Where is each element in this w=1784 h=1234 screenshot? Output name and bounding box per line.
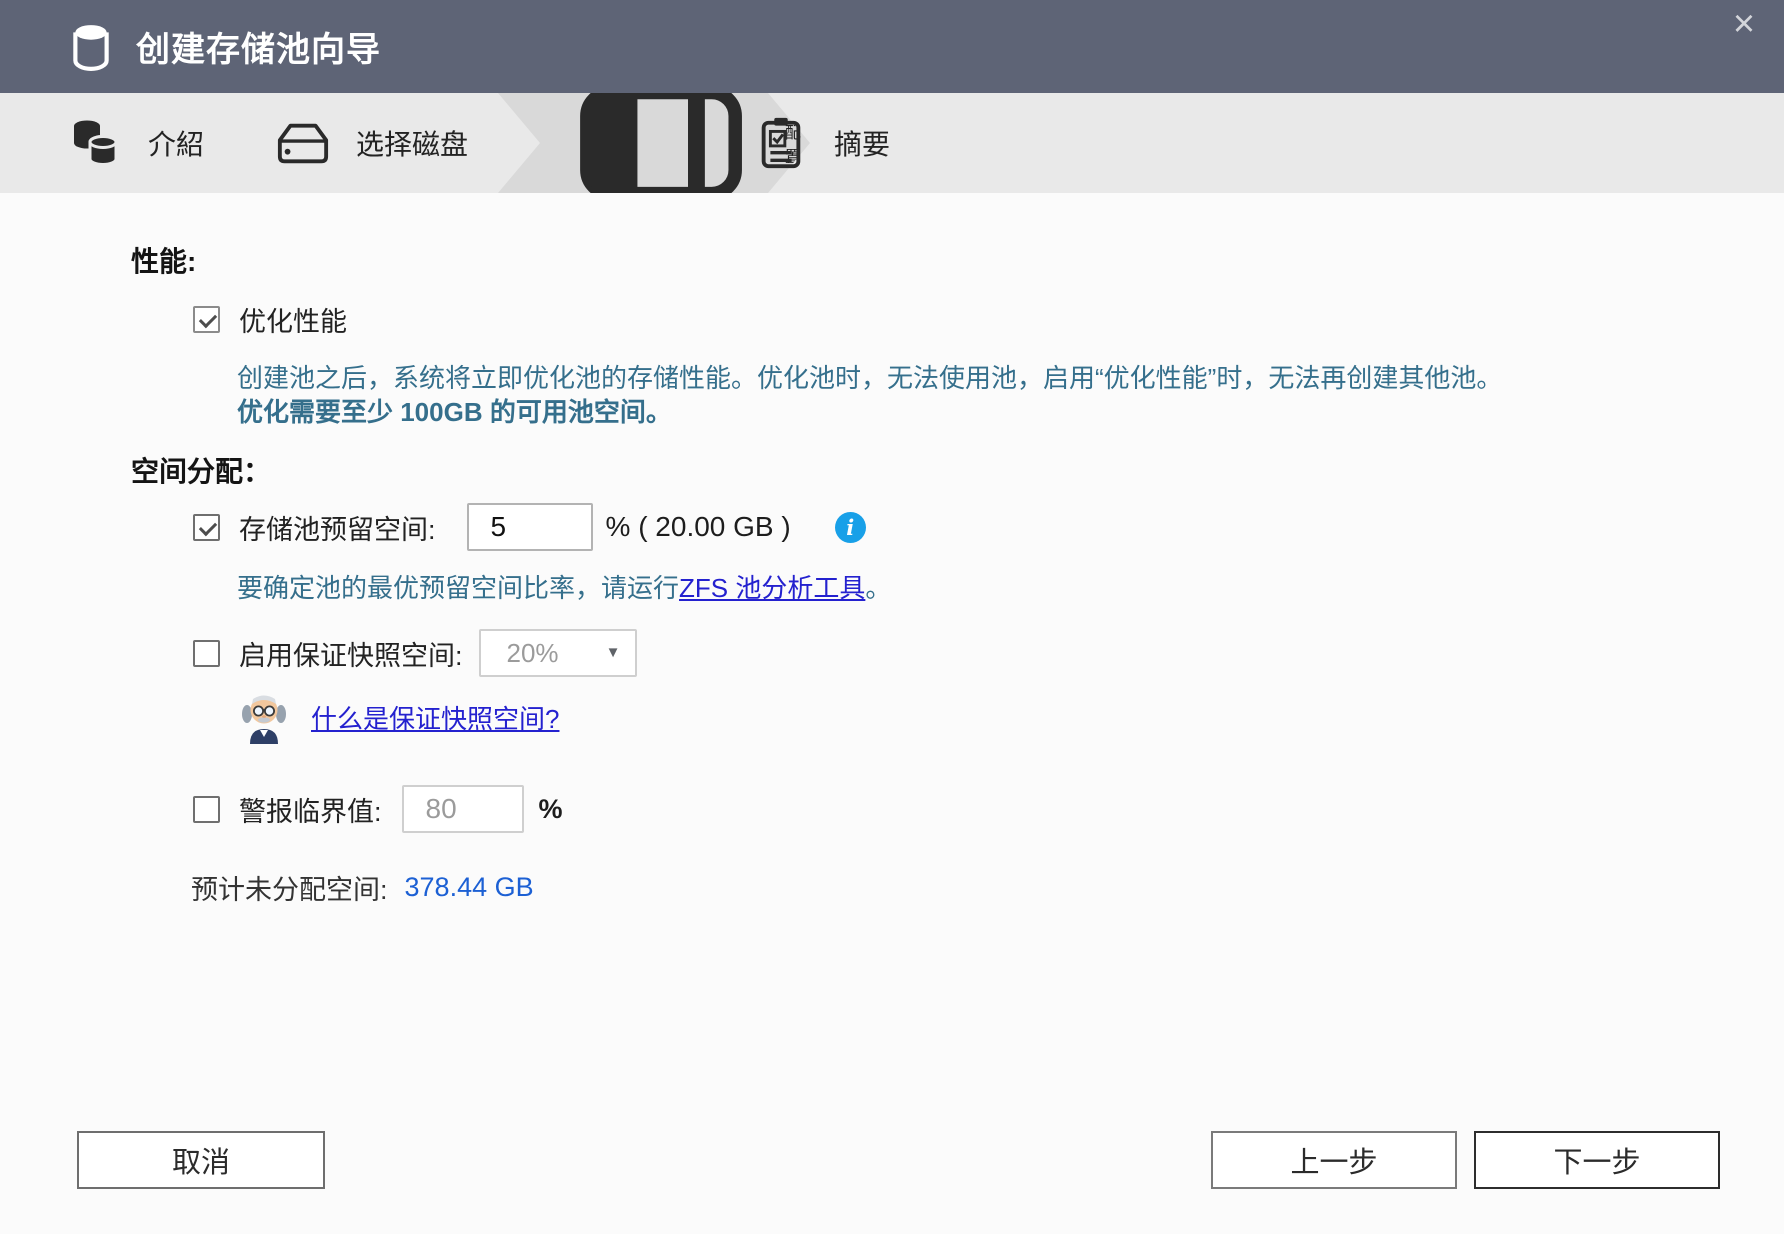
reserved-space-row: 存储池预留空间: % ( 20.00 GB ) i <box>193 503 866 551</box>
unallocated-space-row: 预计未分配空间: 378.44 GB <box>191 870 534 905</box>
zfs-hint-suffix: 。 <box>865 572 892 603</box>
reserved-space-label: 存储池预留空间: <box>239 514 436 545</box>
step-label-summary: 摘要 <box>834 129 891 160</box>
optimize-performance-row: 优化性能 <box>193 302 347 337</box>
reserved-space-suffix: % ( 20.00 GB ) <box>605 511 791 542</box>
disk-icon <box>277 123 329 164</box>
info-icon[interactable]: i <box>834 511 866 543</box>
zfs-hint-prefix: 要确定池的最优预留空间比率，请运行 <box>237 572 680 603</box>
next-button[interactable]: 下一步 <box>1474 1131 1720 1189</box>
snapshot-percent-dropdown[interactable]: 20% ▼ <box>478 629 637 677</box>
reserved-space-input[interactable] <box>466 503 593 551</box>
zfs-analyzer-link[interactable]: ZFS 池分析工具 <box>679 568 865 605</box>
snapshot-space-row: 启用保证快照空间: 20% ▼ <box>193 629 637 677</box>
snapshot-percent-value: 20% <box>506 637 559 668</box>
optimize-description-line1: 创建池之后，系统将立即优化池的存储性能。优化池时，无法使用池，启用“优化性能”时… <box>237 363 1503 393</box>
storage-pool-icon <box>73 24 109 71</box>
wizard-title: 创建存储池向导 <box>136 31 381 69</box>
performance-heading: 性能: <box>131 246 197 277</box>
professor-icon <box>242 695 286 744</box>
wizard-steps-bar: 介紹 选择磁盘 配置 摘要 <box>0 93 1784 193</box>
cancel-button[interactable]: 取消 <box>77 1131 325 1189</box>
summary-icon <box>761 117 801 169</box>
reserved-space-checkbox[interactable] <box>193 513 220 541</box>
unallocated-space-label: 预计未分配空间: <box>191 874 388 905</box>
alert-threshold-suffix: % <box>538 793 563 824</box>
optimize-performance-label: 优化性能 <box>239 306 347 337</box>
step-introduction[interactable]: 介紹 <box>68 93 204 193</box>
snapshot-help-link[interactable]: 什么是保证快照空间? <box>311 699 559 736</box>
close-icon[interactable]: × <box>1722 2 1766 46</box>
unallocated-space-value: 378.44 GB <box>404 871 534 902</box>
chevron-down-icon: ▼ <box>605 643 621 661</box>
alert-threshold-checkbox[interactable] <box>193 795 220 823</box>
wizard-titlebar: 创建存储池向导 × <box>0 0 1784 93</box>
optimize-performance-checkbox[interactable] <box>193 305 220 333</box>
create-storage-pool-wizard: 创建存储池向导 × 介紹 选择磁盘 配置 摘要 性能: 优化性能 创建池之后，系… <box>0 0 1784 1234</box>
alert-threshold-row: 警报临界值: % <box>193 785 563 833</box>
alert-threshold-label: 警报临界值: <box>239 796 382 827</box>
snapshot-space-label: 启用保证快照空间: <box>239 640 463 671</box>
snapshot-space-checkbox[interactable] <box>193 639 220 667</box>
snapshot-help-row: 什么是保证快照空间? <box>240 690 559 744</box>
step-label-introduction: 介紹 <box>148 129 205 160</box>
step-select-disks[interactable]: 选择磁盘 <box>276 93 468 193</box>
back-button[interactable]: 上一步 <box>1211 1131 1457 1189</box>
zfs-hint-line: 要确定池的最优预留空间比率，请运行 ZFS 池分析工具 。 <box>237 568 892 605</box>
space-allocation-heading: 空间分配： <box>131 456 272 487</box>
step-summary[interactable]: 摘要 <box>754 93 890 193</box>
step-label-select-disks: 选择磁盘 <box>356 129 469 160</box>
alert-threshold-input[interactable] <box>401 785 524 833</box>
pools-icon <box>74 120 118 166</box>
optimize-description-line2: 优化需要至少 100GB 的可用池空间。 <box>237 397 672 427</box>
